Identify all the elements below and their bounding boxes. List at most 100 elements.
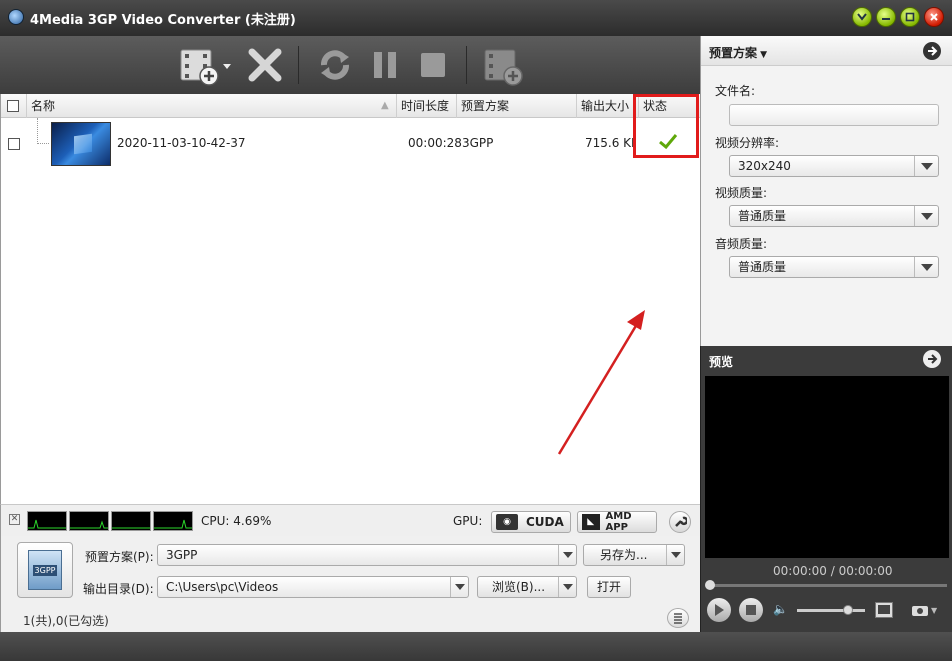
column-header-name[interactable]: 名称 <box>27 94 397 118</box>
preview-panel: 预览 00:00:00 / 00:00:00 🔈 ▼ <box>700 346 952 632</box>
chevron-down-icon <box>914 206 938 226</box>
row-checkbox[interactable] <box>8 138 20 150</box>
toolbar <box>0 36 700 94</box>
volume-slider[interactable] <box>797 605 865 615</box>
list-header: 名称 ▲ 时间长度 预置方案 输出大小 状态 <box>1 94 701 118</box>
volume-icon: 🔈 <box>773 602 788 616</box>
audio-quality-select[interactable]: 普通质量 <box>729 256 939 278</box>
amd-app-button[interactable]: ◣ AMD APP <box>577 511 657 533</box>
toolbar-separator <box>298 46 299 84</box>
sort-up-icon: ▲ <box>381 100 389 111</box>
pause-icon <box>374 52 396 78</box>
column-header-profile[interactable]: 预置方案 <box>457 94 577 118</box>
add-file-button[interactable] <box>176 44 236 86</box>
tree-line <box>37 118 49 144</box>
windows-logo-glow <box>74 133 92 155</box>
preview-toggle-button[interactable] <box>923 350 941 368</box>
profile-select[interactable]: 3GPP <box>157 544 577 566</box>
filename-input[interactable] <box>729 104 939 126</box>
toolbar-separator <box>466 46 467 84</box>
convert-button[interactable] <box>312 44 358 86</box>
chevron-down-icon <box>857 13 867 21</box>
resolution-value: 320x240 <box>738 159 791 173</box>
column-header-duration[interactable]: 时间长度 <box>397 94 457 118</box>
seek-handle[interactable] <box>705 580 715 590</box>
video-quality-select[interactable]: 普通质量 <box>729 205 939 227</box>
arrow-right-icon <box>928 46 938 56</box>
preview-screen <box>705 376 949 558</box>
screen-icon <box>878 605 890 614</box>
close-button[interactable] <box>924 7 944 27</box>
app-logo-icon <box>8 9 24 25</box>
play-button[interactable] <box>707 598 731 622</box>
snapshot-window-button[interactable] <box>875 602 893 618</box>
column-header-size[interactable]: 输出大小 <box>577 94 639 118</box>
audio-quality-label: 音频质量: <box>715 237 768 251</box>
volume-handle[interactable] <box>843 605 853 615</box>
profile-panel-toggle-button[interactable] <box>923 42 941 60</box>
cpu-graph-2 <box>69 511 109 531</box>
chevron-down-icon <box>450 577 468 597</box>
preview-time: 00:00:00 / 00:00:00 <box>773 564 893 578</box>
video-quality-label: 视频质量: <box>715 186 768 200</box>
open-button[interactable]: 打开 <box>587 576 631 598</box>
convert-icon <box>321 50 349 80</box>
maximize-button[interactable] <box>900 7 920 27</box>
stop-preview-button[interactable] <box>739 598 763 622</box>
seek-bar[interactable] <box>705 580 947 590</box>
filename-label: 文件名: <box>715 84 756 98</box>
chevron-down-icon <box>914 257 938 277</box>
delete-button[interactable] <box>244 44 286 86</box>
output-dir-value: C:\Users\pc\Videos <box>166 580 279 594</box>
preview-title: 预览 <box>709 355 734 369</box>
save-as-button[interactable]: 另存为... <box>583 544 685 566</box>
annotation-arrow <box>557 310 645 455</box>
video-quality-value: 普通质量 <box>738 209 787 223</box>
stop-icon <box>746 605 756 615</box>
caret-down-icon: ▼ <box>757 50 768 60</box>
output-settings-panel: 3GPP 预置方案(P): 3GPP 另存为... 输出目录(D): C:\Us… <box>0 536 700 632</box>
cuda-button[interactable]: ◉ CUDA <box>491 511 571 533</box>
file-profile: 3GPP <box>462 136 494 150</box>
close-stats-icon[interactable]: ✕ <box>9 514 20 525</box>
window-title: 4Media 3GP Video Converter (未注册) <box>30 13 296 28</box>
output-dir-select[interactable]: C:\Users\pc\Videos <box>157 576 469 598</box>
audio-quality-value: 普通质量 <box>738 260 787 274</box>
camera-button[interactable]: ▼ <box>911 602 941 618</box>
chevron-down-icon <box>914 156 938 176</box>
cpu-graph-4 <box>153 511 193 531</box>
log-button[interactable] <box>667 608 689 628</box>
chevron-down-icon <box>558 545 576 565</box>
file-size: 715.6 KB <box>585 136 635 150</box>
settings-wrench-button[interactable] <box>669 511 691 533</box>
cpu-graph-3 <box>111 511 151 531</box>
profile-thumbnail[interactable]: 3GPP <box>17 542 73 598</box>
profile-panel-header: 预置方案 ▼ <box>701 36 952 66</box>
amd-icon: ◣ <box>582 514 600 530</box>
pause-button[interactable] <box>364 44 406 86</box>
dropdown-menu-button[interactable] <box>852 7 872 27</box>
gpu-label: GPU: <box>453 514 483 528</box>
add-profile-button[interactable] <box>480 44 528 86</box>
stop-button[interactable] <box>414 44 452 86</box>
camera-icon <box>912 606 928 616</box>
play-icon <box>715 604 724 616</box>
cpu-graph-1 <box>27 511 67 531</box>
arrow-right-icon <box>928 354 938 364</box>
browse-button[interactable]: 浏览(B)... <box>477 576 577 598</box>
minimize-icon <box>882 18 890 20</box>
profile-panel-title[interactable]: 预置方案 ▼ <box>709 44 767 61</box>
resolution-select[interactable]: 320x240 <box>729 155 939 177</box>
profile-panel-title-label: 预置方案 <box>709 46 758 60</box>
profile-value: 3GPP <box>166 548 198 562</box>
minimize-button[interactable] <box>876 7 896 27</box>
select-all-checkbox[interactable] <box>7 100 19 112</box>
table-row[interactable]: 2020-11-03-10-42-37 00:00:28 3GPP 715.6 … <box>1 118 701 170</box>
video-thumbnail <box>51 122 111 166</box>
add-file-icon <box>180 49 231 86</box>
list-icon <box>674 613 682 624</box>
caret-down-icon: ▼ <box>931 605 938 615</box>
delete-icon <box>248 48 282 82</box>
add-profile-icon <box>484 49 523 86</box>
cuda-label: CUDA <box>526 515 564 529</box>
